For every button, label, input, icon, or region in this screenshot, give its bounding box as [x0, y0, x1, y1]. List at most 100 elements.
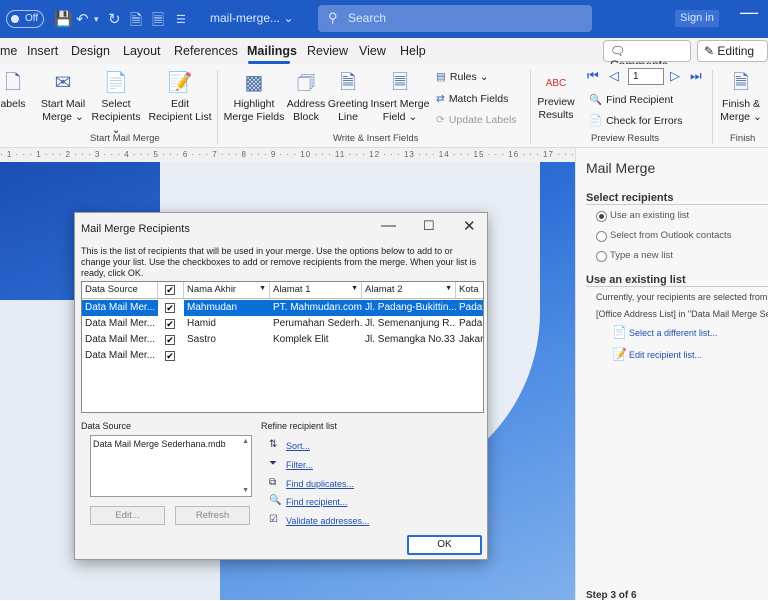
cell-include: ✔	[158, 300, 184, 316]
update-labels-button[interactable]: ⟳ Update Labels	[436, 114, 517, 126]
redo-icon[interactable]: ↻	[108, 10, 121, 28]
dropdown-arrow-icon[interactable]: ▼	[259, 285, 266, 292]
cell-data-source[interactable]: Data Mail Mer...	[82, 348, 158, 364]
column-header-alamat-2[interactable]: Alamat 2 ▼	[362, 282, 456, 299]
previous-record-icon[interactable]: ◁	[609, 68, 619, 84]
select-all-checkbox[interactable]: ✔	[165, 285, 175, 295]
ok-button[interactable]: OK	[407, 535, 482, 555]
sort-link[interactable]: Sort...	[286, 441, 310, 451]
include-checkbox[interactable]: ✔	[165, 335, 175, 345]
new-document-icon[interactable]: 🗎	[130, 10, 142, 35]
cell-alamat-2[interactable]: Jl. Semangka No.33	[362, 332, 456, 348]
tab-references[interactable]: References	[174, 44, 238, 58]
greeting-line-button[interactable]: 🗎 Greeting Line	[326, 70, 370, 124]
select-different-list-link[interactable]: Select a different list...	[629, 328, 717, 338]
cell-include: ✔	[158, 316, 184, 332]
cell-alamat-2[interactable]: Jl. Semenanjung R...	[362, 316, 456, 332]
minimize-icon[interactable]: —	[740, 2, 758, 23]
greeting-line-icon: 🗎	[339, 72, 357, 94]
comments-button[interactable]: 🗨 Comments	[603, 40, 691, 72]
minimize-icon[interactable]: —	[381, 217, 396, 234]
cell-nama-akhir[interactable]: Hamid	[184, 316, 270, 332]
editing-button[interactable]: ✎ Editing ⌄	[697, 40, 768, 72]
radio-use-existing-list[interactable]: Use an existing list	[595, 210, 689, 222]
match-fields-button[interactable]: ⇄ Match Fields	[436, 93, 508, 105]
column-header-nama-akhir[interactable]: Nama Akhir ▼	[184, 282, 270, 299]
preview-results-button[interactable]: ABC Preview Results	[535, 70, 577, 122]
search-input[interactable]: ⚲ Search	[318, 5, 592, 32]
column-header-kota[interactable]: Kota	[456, 282, 483, 299]
filter-link[interactable]: Filter...	[286, 460, 313, 470]
scroll-up-icon[interactable]: ▲	[242, 438, 249, 445]
radio-new-list[interactable]: Type a new list	[596, 250, 673, 262]
data-source-list[interactable]: Data Mail Merge Sederhana.mdb ▲ ▼	[90, 435, 252, 497]
edit-recipient-list-button[interactable]: 📝 Edit Recipient List	[148, 70, 212, 124]
first-record-icon[interactable]: ⏮	[587, 68, 599, 84]
highlight-icon: ▩	[244, 72, 264, 94]
autosave-toggle[interactable]: Off	[6, 10, 44, 28]
cell-data-source[interactable]: Data Mail Mer...	[82, 332, 158, 348]
radio-outlook-contacts[interactable]: Select from Outlook contacts	[595, 230, 731, 242]
tab-design[interactable]: Design	[71, 44, 110, 58]
cell-data-source[interactable]: Data Mail Mer...	[82, 316, 158, 332]
rules-button[interactable]: ▤ Rules ⌄	[436, 71, 489, 83]
start-mail-merge-button[interactable]: ✉ Start Mail Merge ⌄	[36, 70, 90, 124]
pane-current-source-text: Currently, your recipients are selected …	[596, 292, 768, 302]
check-for-errors-button[interactable]: 📄 Check for Errors	[589, 114, 683, 127]
find-recipient-link[interactable]: Find recipient...	[286, 497, 348, 507]
cell-nama-akhir[interactable]: Sastro	[184, 332, 270, 348]
refresh-button[interactable]: Refresh	[175, 506, 250, 525]
cell-kota[interactable]: Jakart	[456, 332, 483, 348]
finish-merge-button[interactable]: 🗎 Finish & Merge ⌄	[718, 70, 764, 124]
record-number-input[interactable]: 1	[628, 68, 664, 85]
sign-in-button[interactable]: Sign in	[675, 10, 719, 27]
include-checkbox[interactable]: ✔	[165, 303, 175, 313]
highlight-merge-fields-button[interactable]: ▩ Highlight Merge Fields	[222, 70, 286, 124]
dropdown-arrow-icon[interactable]: ▼	[351, 285, 358, 292]
find-recipient-button[interactable]: 🔍 Find Recipient	[589, 93, 673, 106]
tab-mailings[interactable]: Mailings	[247, 44, 297, 58]
tab-review[interactable]: Review	[307, 44, 348, 58]
save-icon[interactable]: 💾	[54, 10, 73, 28]
dropdown-arrow-icon[interactable]: ▼	[445, 285, 452, 292]
select-recipients-button[interactable]: 📄 Select Recipients ⌄	[88, 70, 144, 137]
address-block-button[interactable]: 🗇 Address Block	[285, 70, 327, 124]
find-duplicates-link[interactable]: Find duplicates...	[286, 479, 354, 489]
tab-layout[interactable]: Layout	[123, 44, 161, 58]
edit-data-source-button[interactable]: Edit...	[90, 506, 165, 525]
customize-qat-icon[interactable]: ☰	[176, 13, 186, 26]
maximize-icon[interactable]: ☐	[423, 218, 435, 234]
include-checkbox[interactable]: ✔	[165, 351, 175, 361]
next-record-icon[interactable]: ▷	[670, 68, 680, 84]
divider	[586, 204, 768, 205]
find-duplicates-icon: ⧉	[269, 477, 277, 488]
ruler[interactable]: · 1 · · · 1 · · · 2 · · · 3 · · · 4 · · …	[0, 148, 575, 162]
tab-help[interactable]: Help	[400, 44, 426, 58]
column-header-checkbox[interactable]: ✔	[158, 282, 184, 299]
column-header-alamat-1[interactable]: Alamat 1 ▼	[270, 282, 362, 299]
find-recipient-icon: 🔍	[589, 94, 603, 106]
scroll-down-icon[interactable]: ▼	[242, 487, 249, 494]
undo-icon[interactable]: ↶	[76, 10, 89, 28]
document-title[interactable]: mail-merge... ⌄	[210, 11, 293, 25]
tab-insert[interactable]: Insert	[27, 44, 58, 58]
labels-button[interactable]: 🗋 abels	[0, 70, 26, 111]
column-header-data-source[interactable]: Data Source	[82, 282, 158, 299]
cell-kota[interactable]: Padan	[456, 316, 483, 332]
last-record-icon[interactable]: ⏭	[690, 68, 702, 84]
include-checkbox[interactable]: ✔	[165, 319, 175, 329]
group-label-start-mail-merge: Start Mail Merge	[90, 133, 160, 144]
cell-nama-akhir: Mahmudan	[184, 300, 270, 316]
validate-addresses-link[interactable]: Validate addresses...	[286, 516, 369, 526]
tab-view[interactable]: View	[359, 44, 386, 58]
insert-merge-field-button[interactable]: 🗏 Insert Merge Field ⌄	[370, 70, 430, 124]
close-icon[interactable]: ✕	[463, 217, 476, 235]
undo-dropdown-icon[interactable]: ▾	[94, 14, 99, 25]
cell-alamat-1[interactable]: Komplek Elit	[270, 332, 362, 348]
mail-merge-icon: ✉	[54, 72, 72, 94]
cell-alamat-1[interactable]: Perumahan Sederh...	[270, 316, 362, 332]
data-source-item[interactable]: Data Mail Merge Sederhana.mdb	[93, 439, 226, 450]
print-icon[interactable]: 🗏	[152, 10, 164, 35]
edit-recipient-list-link[interactable]: Edit recipient list...	[629, 350, 702, 360]
tab-home[interactable]: me	[0, 44, 17, 58]
